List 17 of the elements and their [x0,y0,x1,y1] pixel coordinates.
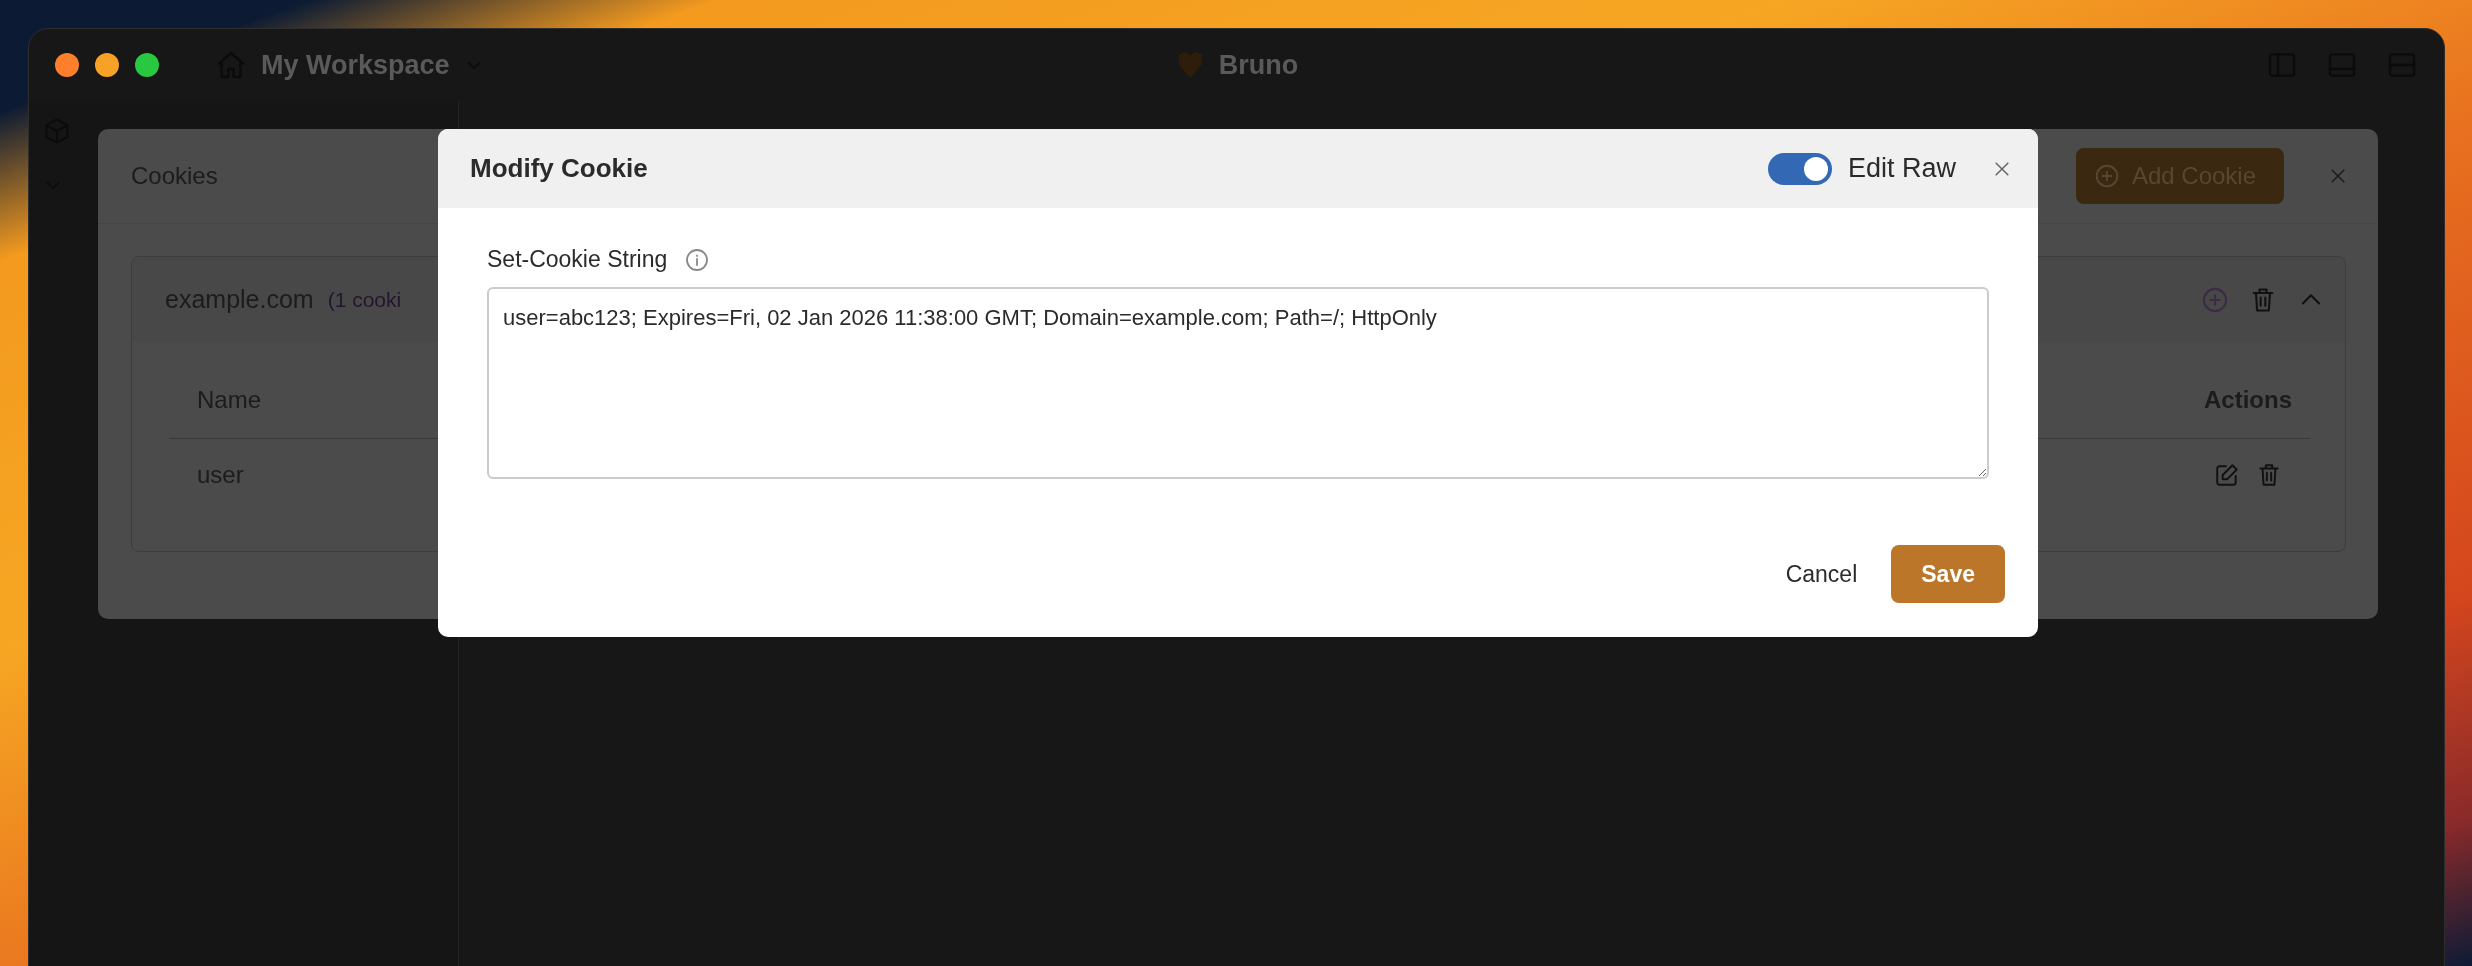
maximize-window-button[interactable] [135,53,159,77]
field-label: Set-Cookie String [487,246,668,273]
dialog-title: Modify Cookie [470,153,649,184]
save-button[interactable]: Save [1891,545,2005,603]
toggle-label: Edit Raw [1847,153,1956,184]
edit-icon [2214,462,2240,488]
minimize-window-button[interactable] [95,53,119,77]
edit-raw-toggle[interactable] [1767,152,1832,185]
plus-circle-icon [2201,285,2229,314]
close-window-button[interactable] [55,53,79,77]
workspace-name[interactable]: My Workspace [261,49,450,81]
info-icon [685,247,710,272]
cookie-string-field[interactable]: user=abc123; Expires=Fri, 02 Jan 2026 11:38:00 GMT; Domain=example.com; Path=/; HttpOnly [487,287,1989,479]
app-title: Bruno [1218,49,1299,81]
cancel-button[interactable]: Cancel [1781,545,1862,603]
plus-circle-icon [2093,163,2120,189]
trash-icon [2256,462,2282,488]
